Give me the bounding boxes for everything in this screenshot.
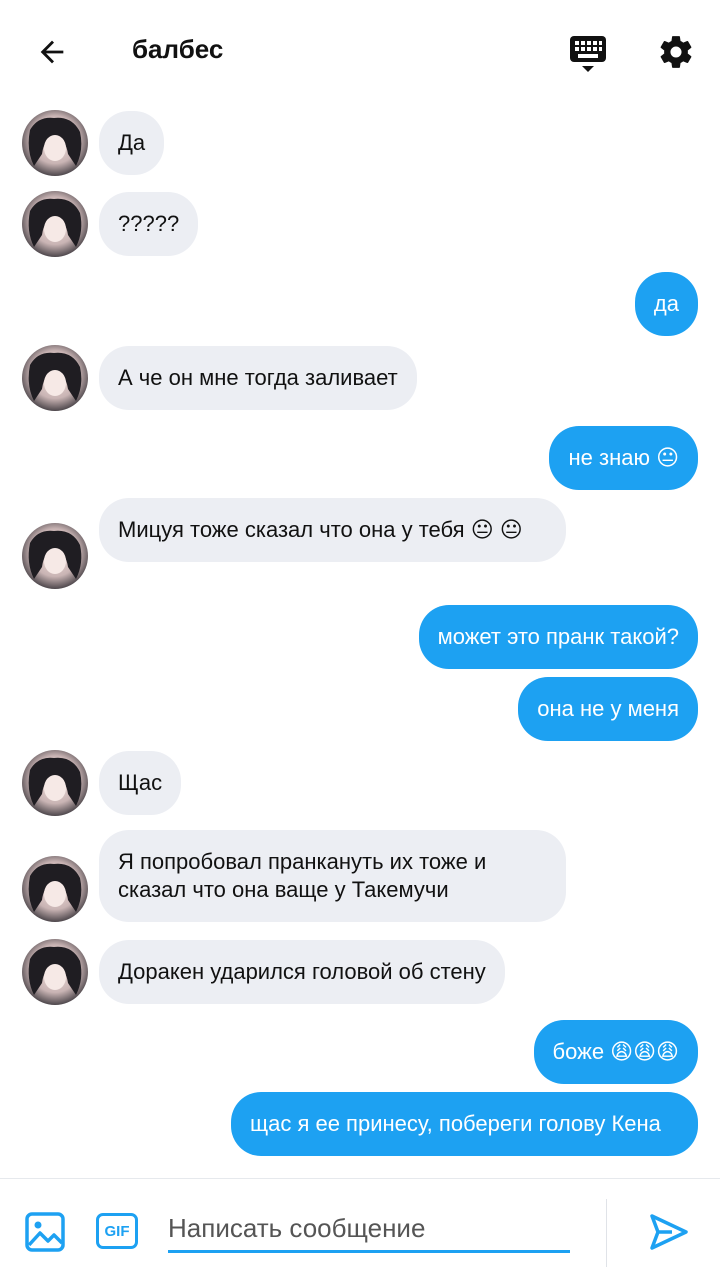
message-composer: GIF [0,1178,720,1280]
message-text: Щас [118,770,163,795]
message-text: ????? [118,211,180,236]
message-text: может это пранк такой? [437,624,679,649]
incoming-message[interactable]: Да [99,111,165,175]
chat-header: балбес [0,0,720,104]
avatar[interactable] [22,523,88,589]
avatar[interactable] [22,939,88,1005]
composer-divider [606,1199,607,1267]
image-icon [25,1212,65,1252]
send-icon [650,1214,688,1250]
attach-image-button[interactable] [24,1211,66,1253]
incoming-message[interactable]: ????? [99,192,199,256]
chat-title: балбес [132,34,224,64]
incoming-message[interactable]: Доракен ударился головой об стену [99,940,505,1004]
gear-icon [660,36,692,68]
message-text: щас я ее принесу, побереги голову Кена [250,1111,661,1136]
message-text: не знаю 😐 [568,445,679,470]
message-text: она не у меня [537,696,679,721]
message-text: да [653,291,679,316]
outgoing-message[interactable]: не знаю 😐 [549,426,698,490]
avatar[interactable] [22,856,88,922]
settings-button[interactable] [652,28,700,76]
arrow-left-icon [40,40,64,64]
message-text: А че он мне тогда заливает [118,365,398,390]
incoming-message[interactable]: Я попробовал пранкануть их тоже и сказал… [99,830,566,922]
message-text: боже 😩😩😩 [552,1039,679,1064]
outgoing-message[interactable]: она не у меня [518,677,698,741]
message-list[interactable]: Да ????? да А че он мне тогда заливает н… [0,104,720,1178]
message-text: Мицуя тоже сказал что она у тебя 😐 😐 [118,517,523,542]
avatar[interactable] [22,750,88,816]
gif-label: GIF [104,1222,130,1240]
gif-button[interactable]: GIF [96,1213,138,1249]
message-input[interactable] [168,1207,570,1250]
avatar[interactable] [22,345,88,411]
message-text: Доракен ударился головой об стену [118,959,486,984]
incoming-message[interactable]: А че он мне тогда заливает [99,346,417,410]
outgoing-message[interactable]: боже 😩😩😩 [533,1020,698,1084]
outgoing-message[interactable]: да [634,272,698,336]
outgoing-message[interactable]: щас я ее принесу, побереги голову Кена [231,1092,698,1156]
keyboard-button[interactable] [564,30,612,78]
avatar[interactable] [22,191,88,257]
keyboard-icon [570,36,606,72]
avatar[interactable] [22,110,88,176]
send-button[interactable] [648,1211,690,1253]
message-input-wrap [168,1207,570,1253]
message-text: Да [118,130,146,155]
back-button[interactable] [28,28,76,76]
incoming-message[interactable]: Щас [99,751,182,815]
incoming-message[interactable]: Мицуя тоже сказал что она у тебя 😐 😐 [99,498,566,562]
message-text: Я попробовал пранкануть их тоже и сказал… [118,849,487,902]
outgoing-message[interactable]: может это пранк такой? [418,605,698,669]
